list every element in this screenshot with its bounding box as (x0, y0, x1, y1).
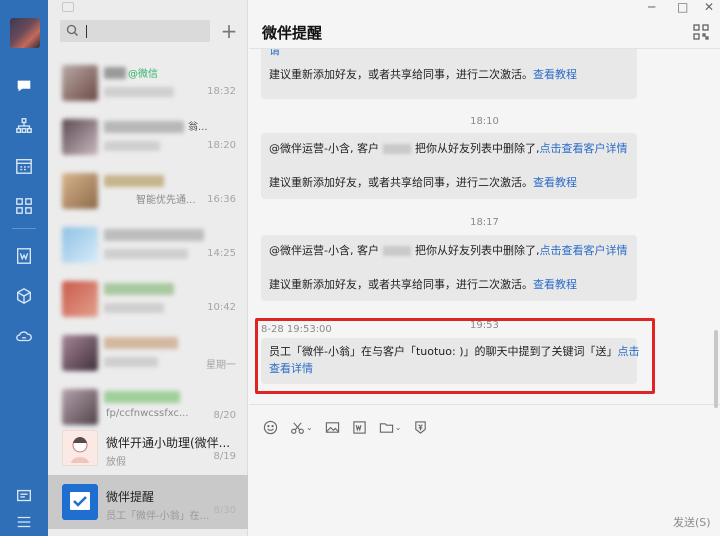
avatar (62, 335, 98, 371)
customer-detail-link[interactable]: 点击查看客户详情 (539, 244, 627, 257)
list-item[interactable]: 翁... 18:20 (48, 110, 248, 164)
chat-title: 微伴提醒 (262, 24, 323, 42)
message-box-icon[interactable] (14, 486, 34, 506)
time: 8/30 (213, 505, 236, 516)
screenshot-icon[interactable]: ⌄ (290, 420, 313, 435)
contact-name (104, 283, 174, 295)
cloud-icon[interactable] (14, 326, 34, 346)
conversation-list: + @微信 18:32 翁... 18:20 智能优先通... 16:36 14… (48, 0, 248, 536)
close-button[interactable]: ✕ (704, 0, 714, 14)
message-preview (104, 303, 164, 313)
message-line: 建议重新添加好友，或者共享给同事，进行二次激活。查看教程 (269, 68, 577, 81)
calendar-icon[interactable] (14, 156, 34, 176)
preview-fragment: 智能优先通... (136, 195, 196, 206)
menu-icon[interactable] (14, 512, 34, 532)
message-time: 18:10 (470, 116, 499, 127)
contacts-icon[interactable] (14, 116, 34, 136)
word-doc-icon[interactable] (352, 420, 367, 435)
time: 8/20 (213, 410, 236, 421)
message-preview: 放假 (106, 457, 126, 468)
message-line: @微伴运营-小含, 客户 把你从好友列表中删除了,点击查看客户详情 (269, 244, 628, 257)
contact-name (104, 67, 126, 79)
chat-scrollbar[interactable] (714, 330, 718, 408)
customer-detail-link[interactable]: 点击查看客户详情 (539, 142, 627, 155)
message-preview (104, 141, 160, 151)
message-preview: 员工「微伴-小翁」在... (106, 511, 210, 522)
image-icon[interactable] (325, 420, 340, 435)
list-item[interactable]: @微信 18:32 (48, 56, 248, 110)
time: 18:32 (207, 86, 236, 97)
send-button[interactable]: 发送(S) (673, 514, 711, 530)
message-line: 建议重新添加好友，或者共享给同事，进行二次激活。查看教程 (269, 176, 577, 189)
chat-pane: ─ □ ✕ 微伴提醒 请 建议重新添加好友，或者共享给同事，进行二次激活。查看教… (249, 0, 720, 536)
time: 星期一 (206, 360, 236, 371)
time: 18:20 (207, 140, 236, 151)
time: 16:36 (207, 194, 236, 205)
message-line: 建议重新添加好友，或者共享给同事，进行二次激活。查看教程 (269, 278, 577, 291)
message-bubble: @微伴运营-小含, 客户 把你从好友列表中删除了,点击查看客户详情 建议重新添加好… (261, 235, 637, 301)
qr-code-icon[interactable] (693, 24, 709, 40)
emoji-icon[interactable] (263, 420, 278, 435)
workbench-icon[interactable] (14, 196, 34, 216)
contact-name (104, 229, 204, 241)
conversation-title: 微伴提醒 (106, 490, 155, 504)
avatar (62, 227, 98, 263)
avatar (62, 389, 98, 425)
preview-fragment: fp/ccfnwcssfxc... (106, 408, 189, 419)
red-packet-icon[interactable] (413, 420, 428, 435)
maximize-button[interactable]: □ (677, 0, 688, 14)
rail-divider (12, 228, 36, 229)
message-bubble: 请 建议重新添加好友，或者共享给同事，进行二次激活。查看教程 (261, 49, 637, 99)
reminder-avatar (62, 484, 98, 520)
search-box[interactable] (60, 20, 210, 42)
avatar (62, 281, 98, 317)
list-item[interactable]: 星期一 (48, 326, 248, 380)
chat-icon[interactable] (14, 76, 34, 96)
search-icon (66, 24, 78, 36)
message-line: @微伴运营-小含, 客户 把你从好友列表中删除了,点击查看客户详情 (269, 142, 628, 155)
contact-name (104, 175, 164, 187)
list-item-selected[interactable]: 微伴提醒 员工「微伴-小翁」在... 8/30 (48, 475, 248, 529)
time: 10:42 (207, 302, 236, 313)
search-input[interactable] (86, 25, 87, 38)
cube-icon[interactable] (14, 286, 34, 306)
back-icon[interactable] (62, 2, 74, 12)
avatar (62, 65, 98, 101)
message-preview (104, 87, 174, 97)
input-divider (249, 404, 720, 405)
message-time: 19:53 (470, 320, 499, 331)
message-preview (104, 357, 158, 367)
add-button[interactable]: + (220, 20, 238, 42)
document-icon[interactable] (14, 246, 34, 266)
tutorial-link[interactable]: 查看教程 (533, 278, 577, 291)
contact-name (104, 121, 184, 133)
message-bubble: @微伴运营-小含, 客户 把你从好友列表中删除了,点击查看客户详情 建议重新添加好… (261, 133, 637, 199)
message-link[interactable]: 请 (269, 49, 280, 59)
time: 14:25 (207, 248, 236, 259)
left-rail (0, 0, 48, 536)
input-toolbar: ⌄ ⌄ (263, 418, 440, 436)
minimize-button[interactable]: ─ (648, 0, 655, 14)
message-time: 18:17 (470, 217, 499, 228)
tutorial-link[interactable]: 查看教程 (533, 68, 577, 81)
message-preview (104, 249, 188, 259)
message-date: 8-28 19:53:00 (261, 324, 332, 335)
avatar[interactable] (10, 18, 40, 48)
list-item[interactable]: 智能优先通... 16:36 (48, 164, 248, 218)
folder-icon[interactable]: ⌄ (379, 420, 401, 435)
wechat-tag: @微信 (128, 69, 158, 80)
list-item[interactable]: 微伴开通小助理(微伴... 放假 8/19 (48, 421, 248, 475)
contact-name (104, 391, 180, 403)
assistant-avatar (62, 430, 98, 466)
contact-name (104, 337, 178, 349)
conversation-title: 微伴开通小助理(微伴... (106, 436, 231, 450)
preview-fragment: 翁... (188, 122, 208, 133)
avatar (62, 119, 98, 155)
list-item[interactable]: 10:42 (48, 272, 248, 326)
avatar (62, 173, 98, 209)
tutorial-link[interactable]: 查看教程 (533, 176, 577, 189)
time: 8/19 (213, 451, 236, 462)
list-item[interactable]: 14:25 (48, 218, 248, 272)
